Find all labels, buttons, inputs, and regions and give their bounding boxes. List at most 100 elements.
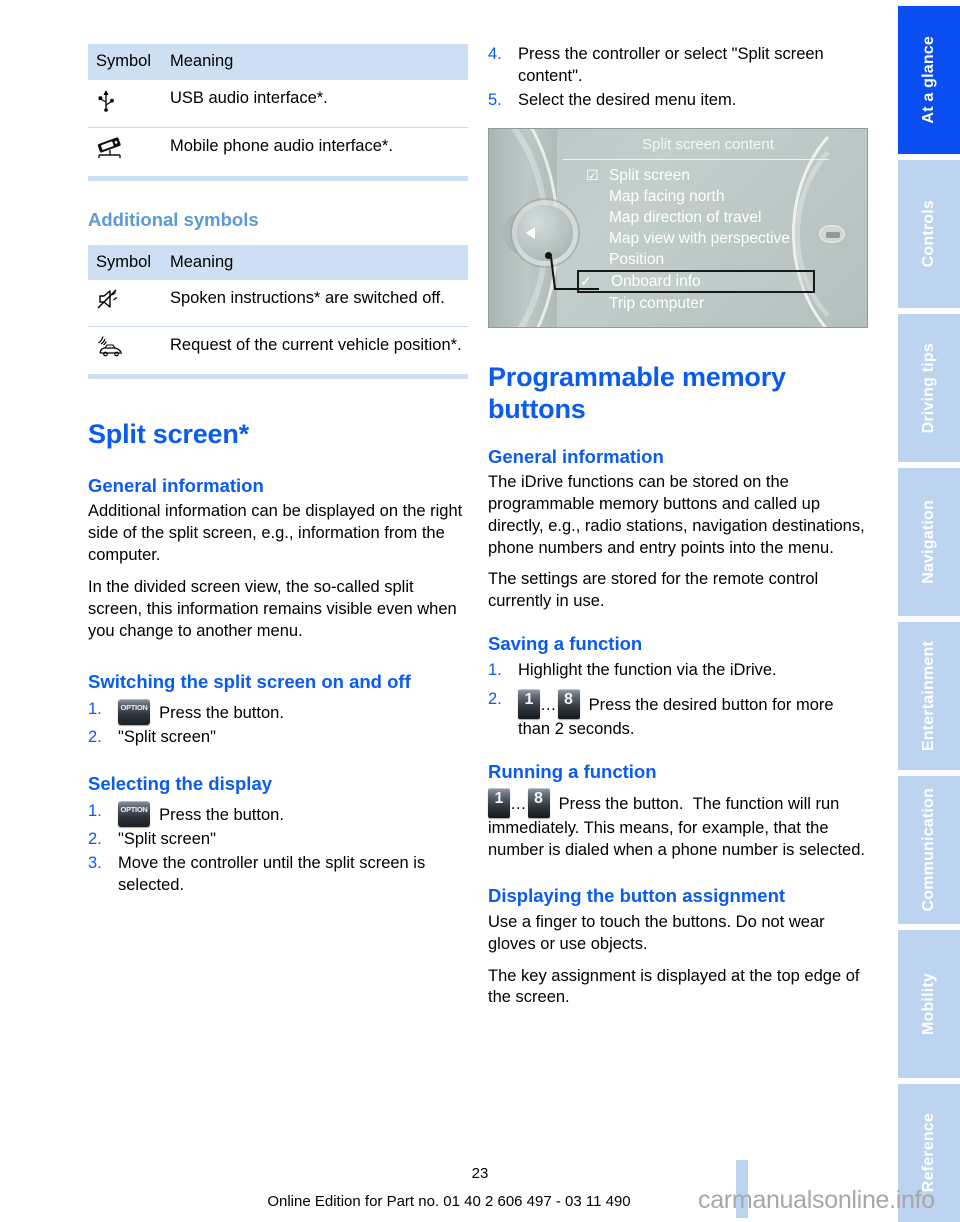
page-title-memory-buttons: Programmable memory buttons [488, 361, 786, 424]
memory-button-8-icon[interactable]: 8 [557, 689, 580, 720]
heading-general-information: General information [88, 475, 264, 497]
table-cell-meaning: Mobile phone audio interface*. [170, 137, 393, 156]
memory-button-1-icon[interactable]: 1 [488, 787, 510, 818]
steps-continued: 4. Press the controller or select "Split… [488, 44, 868, 112]
usb-icon-svg [98, 89, 114, 112]
step-text: "Split screen" [118, 728, 216, 747]
idrive-header-title: Split screen content [642, 135, 774, 153]
step-number: 4. [488, 45, 502, 63]
paragraph: The key assignment is displayed at the t… [488, 966, 860, 1007]
menu-item-trip-computer[interactable]: Trip computer [585, 293, 835, 314]
table-row: Mobile phone audio interface*. [88, 128, 468, 176]
option-button-icon[interactable] [118, 801, 150, 828]
step-number: 2. [88, 728, 102, 747]
muted-speaker-icon-svg [97, 289, 118, 309]
memory-button-8-icon[interactable]: 8 [527, 787, 550, 818]
sidebar-item-label: Entertainment [920, 640, 937, 752]
car-voice-request-icon [88, 326, 162, 374]
ellipsis: … [510, 794, 528, 813]
list-item: 5. Select the desired menu item. [488, 90, 868, 112]
idrive-header-rule [563, 158, 829, 160]
sidebar-item-entertainment[interactable]: Entertainment [898, 622, 960, 770]
table-row: Request of the current vehicle position*… [88, 326, 468, 374]
step-text: Select the desired menu item. [518, 90, 737, 109]
column-header-meaning: Meaning [162, 44, 468, 80]
phone-cradle-icon [88, 128, 162, 176]
table-cell-meaning: Spoken instructions* are switched off. [162, 280, 468, 327]
memory-button-1-icon[interactable]: 1 [518, 689, 540, 720]
additional-symbols-heading: Additional symbols [88, 208, 259, 230]
list-item: 1. Press the button. [88, 699, 468, 726]
list-item: 3. Move the controller until the split s… [88, 853, 468, 897]
running-a-function-body: 1… 8 Press the button. The function will … [488, 787, 868, 862]
column-header-symbol: Symbol [88, 244, 162, 281]
step-text: Press the button. [159, 704, 284, 723]
phone-cradle-icon-svg [97, 137, 121, 159]
steps-saving: 1. Highlight the function via the iDrive… [488, 660, 868, 742]
table-row: Spoken instructions* are switched off. [88, 280, 468, 327]
table-bottom-rule [88, 175, 468, 181]
paragraph: Additional information can be displayed … [88, 502, 463, 565]
list-item: 4. Press the controller or select "Split… [488, 44, 868, 88]
step-number: 2. [488, 690, 502, 709]
menu-item-map-facing-north[interactable]: Map facing north [585, 186, 835, 207]
heading-displaying-button-assignment: Displaying the button assignment [488, 885, 786, 907]
menu-item-split-screen[interactable]: ☑ Split screen [585, 165, 835, 186]
sidebar-item-at-a-glance[interactable]: At a glance [898, 6, 960, 154]
menu-item-position[interactable]: Position [585, 249, 835, 270]
step-text: "Split screen" [118, 830, 216, 849]
menu-item-map-direction-of-travel[interactable]: Map direction of travel [585, 207, 835, 228]
paragraph: In the divided screen view, the so-calle… [88, 578, 457, 640]
step-number: 1. [88, 802, 102, 821]
step-number: 1. [88, 700, 102, 719]
step-text: Move the controller until the split scre… [118, 854, 426, 895]
menu-item-label: Onboard info [611, 272, 701, 290]
page-title-split-screen: Split screen* [88, 419, 249, 450]
sidebar-item-communication[interactable]: Communication [898, 776, 960, 924]
table-cell-meaning: Request of the current vehicle position*… [170, 335, 462, 354]
heading-saving-a-function: Saving a function [488, 633, 643, 655]
sidebar-item-navigation[interactable]: Navigation [898, 468, 960, 616]
table-bottom-rule [88, 374, 468, 380]
symbol-table-two: Symbol Meaning Spoken instructions* are … [88, 244, 468, 375]
list-item: 2. 1… 8 Press the desired button for more… [488, 689, 868, 741]
sidebar-item-driving-tips[interactable]: Driving tips [898, 314, 960, 462]
menu-item-label: Split screen [609, 166, 690, 184]
list-item: 2. "Split screen" [88, 727, 468, 749]
paragraph: The iDrive functions can be stored on th… [488, 472, 865, 557]
sidebar-item-mobility[interactable]: Mobility [898, 930, 960, 1078]
right-column: 4. Press the controller or select "Split… [488, 44, 868, 1009]
column-header-meaning: Meaning [162, 244, 468, 281]
chapter-sidebar: At a glance Controls Driving tips Naviga… [898, 0, 960, 1222]
menu-item-label: Position [609, 250, 665, 268]
watermark-text: carmanualsonline.info [698, 1186, 935, 1214]
sidebar-item-controls[interactable]: Controls [898, 160, 960, 308]
menu-item-map-view-with-perspective[interactable]: Map view with perspective [585, 228, 835, 249]
running-line-one: Press the button. [558, 794, 684, 813]
table-row: USB audio interface*. [88, 79, 468, 129]
step-number: 5. [488, 90, 502, 109]
ellipsis: … [540, 696, 558, 715]
sidebar-item-label: Controls [920, 200, 937, 268]
list-item: 1. Press the button. [88, 801, 468, 828]
step-number: 2. [88, 830, 102, 849]
heading-running-a-function: Running a function [488, 761, 657, 783]
table-header-row: Symbol Meaning [88, 44, 468, 80]
table-header-row: Symbol Meaning [88, 244, 468, 281]
option-button-icon[interactable] [118, 699, 150, 726]
muted-speaker-icon [88, 280, 162, 327]
heading-general-information: General information [488, 445, 664, 467]
steps-switching: 1. Press the button. 2. "Split screen" [88, 699, 468, 749]
menu-item-onboard-info[interactable]: ✓ Onboard info [577, 269, 815, 293]
step-text: Highlight the function via the iDrive. [518, 660, 777, 679]
step-number: 3. [88, 854, 102, 873]
heading-selecting-display: Selecting the display [88, 772, 273, 794]
column-header-symbol: Symbol [88, 44, 162, 80]
menu-item-label: Map direction of travel [609, 208, 762, 226]
step-text: Press the button. [159, 806, 284, 825]
step-text: Press the controller or select "Split sc… [518, 45, 824, 85]
page-number: 23 [471, 1165, 489, 1182]
left-column: Symbol Meaning USB audio interface*. Mob… [88, 44, 468, 899]
sidebar-item-label: Driving tips [920, 342, 937, 434]
paragraph: The settings are stored for the remote c… [488, 570, 819, 611]
